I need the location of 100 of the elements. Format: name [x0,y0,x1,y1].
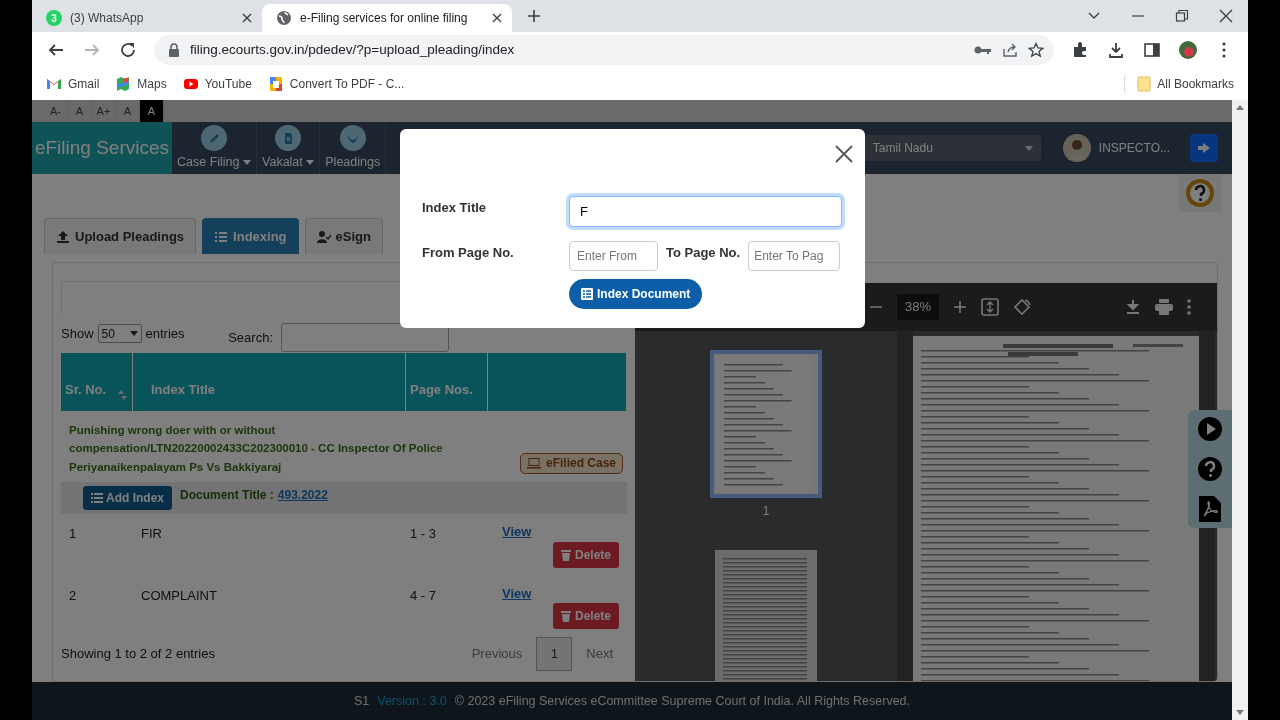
help-icon[interactable] [1185,178,1215,208]
entries-select[interactable]: 50 [97,324,142,344]
reload-icon[interactable] [119,41,137,59]
state-select[interactable]: Tamil Nadu [864,135,1041,161]
star-icon[interactable] [1028,42,1044,58]
list-icon [581,288,593,300]
scroll-down-icon[interactable] [1236,710,1244,716]
list-icon [91,492,103,504]
user-avatar [1062,134,1091,162]
field-label: Index Title [422,199,488,217]
restore-icon[interactable] [1175,9,1189,23]
input-field[interactable]: Enter To Pag [748,241,841,271]
browser-tab[interactable]: 3 (3) WhatsApp [32,4,262,32]
nav-menu-item[interactable]: Vakalat [257,122,321,174]
column-header[interactable]: Page Nos. [406,352,488,411]
play-icon [182,76,199,92]
table-info: Showing 1 to 2 of 2 entries [61,645,215,664]
key-icon[interactable] [974,44,992,56]
rotate-icon[interactable] [1013,298,1032,316]
input-field[interactable]: F [569,196,842,227]
fit-page-icon[interactable] [981,298,1000,316]
logout-icon [1197,142,1211,154]
case-title: Punishing wrong doer with or without compensation/LTN20220002433C202300010 - CC Inspector Of Police Periyanaikenpalayam Ps Vs Bakkiyaraj [69,422,444,475]
table-cell-text: 4 - 7 [409,586,437,605]
globe-icon [276,10,292,26]
view-link[interactable]: View [502,522,532,542]
entries-label: entries [145,325,185,344]
caret-icon [1024,145,1033,151]
help-icon[interactable] [1197,456,1223,482]
font-size-button[interactable]: A [140,100,164,122]
scrollbar[interactable] [897,331,913,681]
document-title-label: Document Title : [180,487,274,504]
index-document-button[interactable]: Index Document [569,279,703,309]
field-label: From Page No. [422,244,515,262]
side-panel-icon[interactable] [1143,41,1161,59]
server-label: S1 [353,692,370,710]
search-field[interactable] [281,323,449,353]
bookmark[interactable]: Gmail [46,75,100,93]
share-icon[interactable] [1002,42,1018,58]
logout-button[interactable] [1190,134,1218,162]
trash-icon [560,610,571,622]
caret-icon [129,331,138,337]
version-label: Version : 3.0 [377,692,447,710]
user-name[interactable]: INSPECTO... [1098,139,1170,157]
table-cell-text: 2 [68,586,78,605]
view-link[interactable]: View [502,583,532,603]
tab[interactable]: eSign [304,218,383,254]
previous-link[interactable]: Previous [471,644,523,664]
profile-avatar[interactable] [1179,41,1197,59]
browser-tab[interactable]: e-Filing services for online filing [262,4,512,32]
download-icon[interactable] [1107,41,1125,59]
laptop-icon [526,457,541,469]
column-header[interactable]: Index Title [133,352,406,411]
extensions-icon[interactable] [1071,41,1089,59]
next-link[interactable]: Next [586,644,613,664]
input-field[interactable]: Enter From [569,241,658,271]
table-cell-text: FIR [140,525,163,543]
page-thumbnail[interactable] [710,350,822,498]
close-icon[interactable] [835,144,853,163]
field-label: To Page No. [666,244,741,262]
bookmark[interactable]: Maps [115,75,167,93]
status-badge: eFilied Case [519,452,623,474]
pdf-file-icon[interactable] [1199,496,1221,522]
add-index-button[interactable]: Add Index [83,486,172,510]
copyright-text: © 2023 eFiling Services eCommittee Supreme Court of India. All Rights Reserved. [454,692,910,710]
tab-favicon: 3 [46,10,62,26]
close-icon[interactable] [1219,9,1233,23]
tab[interactable]: Indexing [202,218,299,254]
gmail-icon [46,76,62,92]
bookmark[interactable]: YouTube [182,75,252,93]
page-link[interactable]: 1 [536,637,573,671]
map-pin-icon [115,76,132,92]
show-label: Show [61,325,94,344]
site-title: eFiling Services [32,122,172,174]
zoom-in-icon[interactable] [953,300,968,314]
delete-button[interactable]: Delete [552,603,619,629]
user-check-icon [316,229,331,244]
bookmark[interactable]: All Bookmarks [1124,75,1234,93]
table-cell-text: 1 - 3 [409,525,437,543]
page-number: 1 [762,503,770,520]
column-header[interactable]: Sr. No. [61,352,133,411]
new-tab-icon[interactable] [527,9,541,23]
nav-menu-item[interactable]: Pleadings [320,122,387,174]
zoom-level: 38% [897,294,940,320]
table-cell-text: COMPLAINT [140,586,218,605]
lock-icon [168,43,180,57]
scroll-up-icon[interactable] [1236,104,1244,110]
print-icon[interactable] [1155,299,1173,315]
play-icon[interactable] [1197,416,1223,442]
upload-icon [56,229,70,244]
trash-icon [560,548,571,561]
close-icon[interactable] [492,13,502,23]
nav-menu-item[interactable]: Case Filing [172,122,257,174]
close-icon[interactable] [242,13,252,23]
delete-button[interactable]: Delete [552,541,619,568]
list-icon [214,229,229,244]
tab[interactable]: Upload Pleadings [44,218,197,254]
document-link[interactable]: 493.2022 [277,486,328,504]
folder-icon [1137,76,1152,92]
bookmark[interactable]: Convert To PDF - C... [267,75,405,93]
